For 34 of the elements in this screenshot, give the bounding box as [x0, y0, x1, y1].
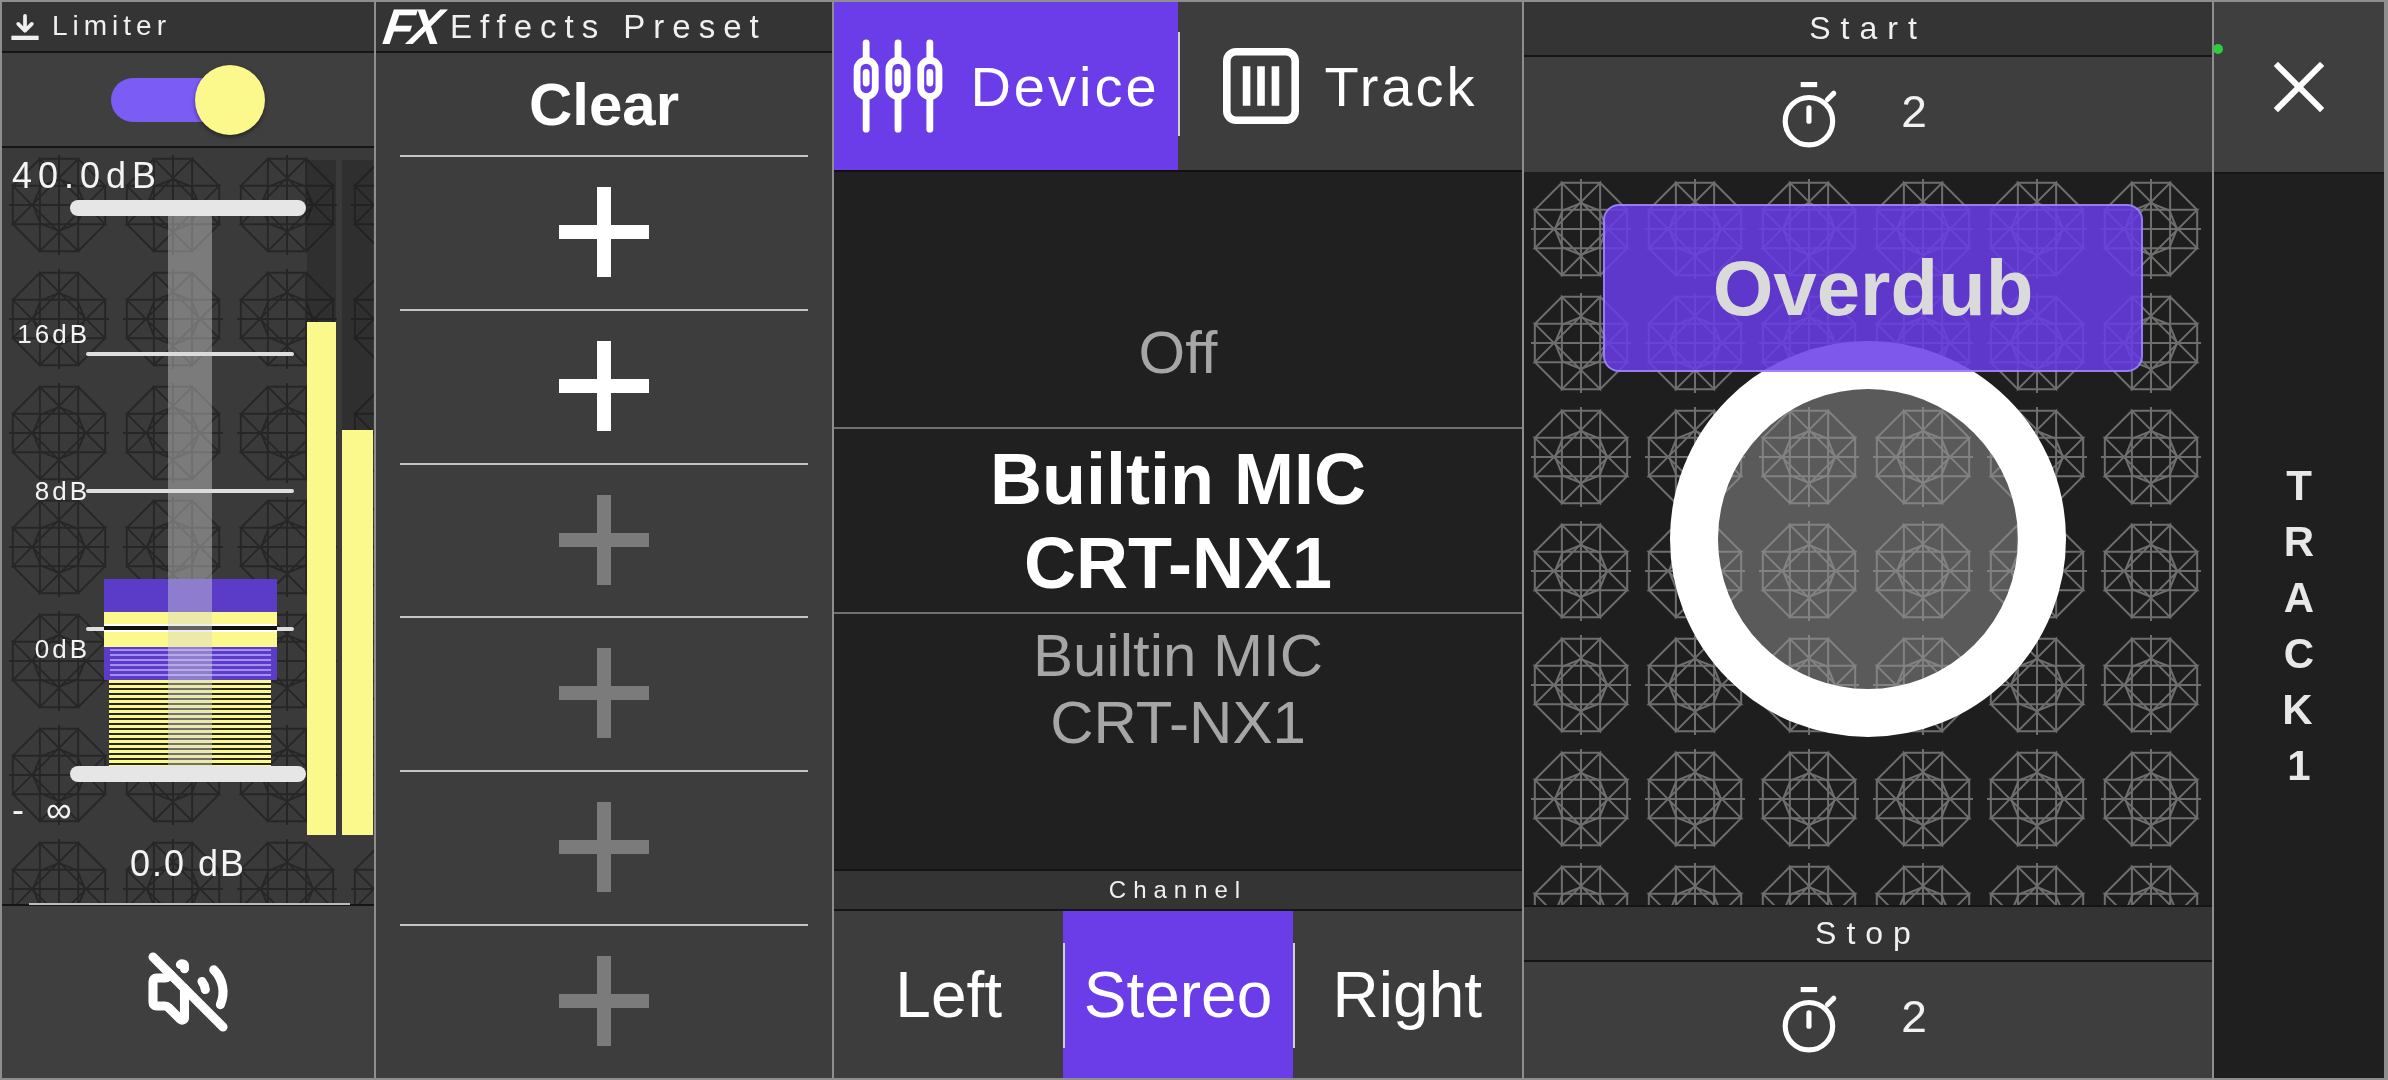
scale-label: 0dB	[34, 633, 90, 664]
plus-icon	[559, 956, 649, 1047]
scale-label: 40.0dB	[12, 156, 163, 196]
scale-label: - ∞	[12, 790, 78, 830]
stop-title: Stop	[1815, 915, 1921, 952]
input-option[interactable]: Builtin MIC CRT-NX1	[834, 427, 1522, 614]
source-tab[interactable]: Device	[834, 2, 1178, 170]
scale-label: 16dB	[17, 318, 90, 349]
speaker-muted-icon	[146, 950, 230, 1034]
track-label: TRACK 1	[2282, 461, 2316, 791]
fader-knob[interactable]	[104, 578, 277, 680]
overdub-button[interactable]: Overdub	[1603, 204, 2143, 372]
close-icon	[2274, 62, 2324, 112]
gain-reading: 0.0 dB	[129, 844, 247, 884]
limiter-title: Limiter	[52, 10, 171, 43]
timer-count: 2	[1900, 997, 1928, 1043]
start-title: Start	[1809, 10, 1927, 47]
input-option[interactable]: Off	[834, 277, 1522, 427]
channel-option[interactable]: Stereo	[1063, 911, 1293, 1078]
plus-icon	[559, 186, 649, 277]
download-icon	[10, 13, 40, 40]
limiter-switch[interactable]	[111, 64, 265, 135]
sliders-icon	[852, 39, 945, 133]
scale-label: 8dB	[34, 476, 90, 506]
plus-icon	[559, 340, 649, 431]
input-option[interactable]: Builtin MIC CRT-NX1	[834, 614, 1522, 764]
plus-icon	[559, 802, 649, 893]
status-dot-icon	[2213, 44, 2223, 54]
track-icon	[1222, 48, 1299, 124]
channel-title: Channel	[1108, 876, 1248, 904]
timer-count: 2	[1900, 91, 1928, 138]
plus-icon	[559, 494, 649, 585]
plus-icon	[559, 648, 649, 739]
effects-title: Effects Preset	[449, 7, 767, 46]
